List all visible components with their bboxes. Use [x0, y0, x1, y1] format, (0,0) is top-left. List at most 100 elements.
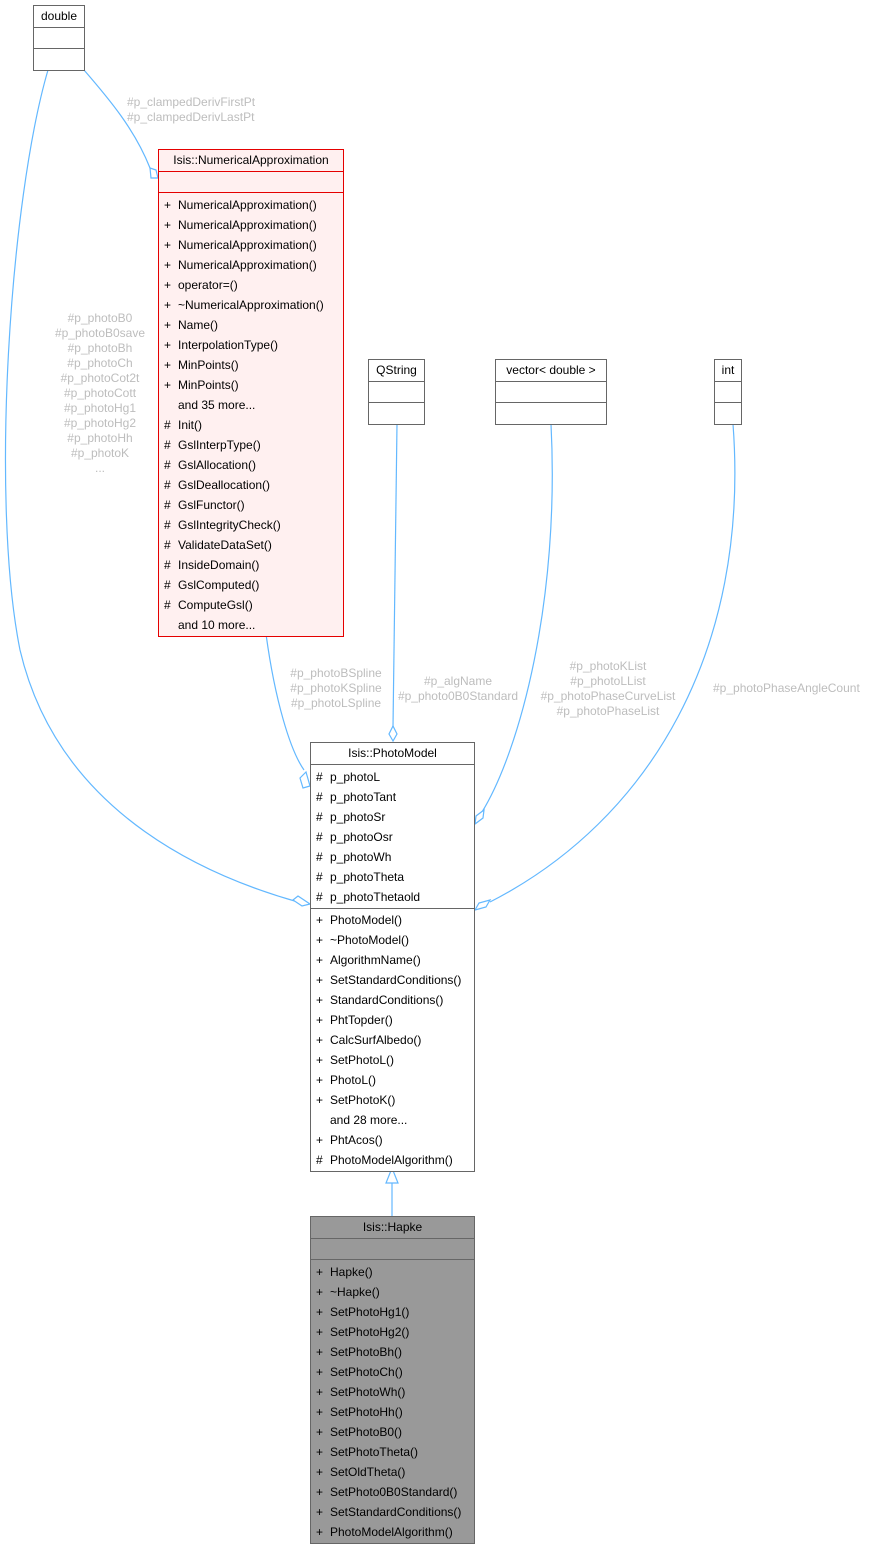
- edge-label-line: #p_photoKList: [569, 659, 647, 673]
- class-vector-double[interactable]: vector< double >: [495, 359, 607, 425]
- method-row: # GslFunctor(): [159, 495, 343, 515]
- visibility-public: +: [316, 953, 324, 967]
- more-methods: and 28 more...: [311, 1110, 474, 1130]
- method-name: NumericalApproximation(): [178, 218, 317, 232]
- method-row: + PhotoL(): [311, 1070, 474, 1090]
- method-row: + MinPoints(): [159, 355, 343, 375]
- edge-label-line: #p_photoCot2t: [60, 371, 140, 385]
- visibility-protected: #: [316, 870, 323, 884]
- method-row: + SetStandardConditions(): [311, 1502, 474, 1522]
- edge-label-line: #p_photoPhaseList: [556, 704, 660, 718]
- method-row: # GslIntegrityCheck(): [159, 515, 343, 535]
- visibility-public: +: [316, 1093, 324, 1107]
- visibility-public: +: [316, 1425, 324, 1439]
- attribute-row: # p_photoThetaold: [311, 887, 474, 907]
- class-hapke[interactable]: Isis::Hapke + Hapke() + ~Hapke() + SetPhoto…: [310, 1216, 475, 1544]
- method-name: PhtTopder(): [330, 1013, 393, 1027]
- visibility-protected: #: [164, 458, 171, 472]
- method-row: + Hapke(): [311, 1262, 474, 1282]
- method-name: operator=(): [178, 278, 238, 292]
- visibility-public: +: [316, 1133, 324, 1147]
- methods-section: [34, 49, 84, 69]
- method-name: SetPhotoB0(): [330, 1425, 403, 1439]
- class-photomodel[interactable]: Isis::PhotoModel # p_photoL # p_photoTant …: [310, 742, 475, 1172]
- method-row: + operator=(): [159, 275, 343, 295]
- class-title: Isis::PhotoModel: [311, 743, 474, 765]
- method-name: SetStandardConditions(): [330, 1505, 462, 1519]
- method-name: PhotoModel(): [330, 913, 403, 927]
- attributes-section: [159, 172, 343, 193]
- method-row: + NumericalApproximation(): [159, 195, 343, 215]
- visibility-public: +: [316, 1525, 324, 1539]
- visibility-protected: #: [164, 438, 171, 452]
- method-row: # GslComputed(): [159, 575, 343, 595]
- method-name: ComputeGsl(): [178, 598, 253, 612]
- method-row: + SetPhotoHg1(): [311, 1302, 474, 1322]
- method-name: GslInterpType(): [178, 438, 261, 452]
- method-row: # GslInterpType(): [159, 435, 343, 455]
- method-row: + SetPhotoK(): [311, 1090, 474, 1110]
- more-label: and 28 more...: [330, 1113, 408, 1127]
- methods-section: [715, 403, 741, 423]
- visibility-protected: #: [164, 558, 171, 572]
- visibility-public: +: [164, 218, 172, 232]
- method-name: NumericalApproximation(): [178, 198, 317, 212]
- method-row: # Init(): [159, 415, 343, 435]
- method-name: Hapke(): [330, 1265, 373, 1279]
- method-name: GslIntegrityCheck(): [178, 518, 281, 532]
- method-row: + SetPhoto0B0Standard(): [311, 1482, 474, 1502]
- visibility-protected: #: [164, 598, 171, 612]
- visibility-protected: #: [316, 890, 323, 904]
- method-name: GslAllocation(): [178, 458, 257, 472]
- method-row: + CalcSurfAlbedo(): [311, 1030, 474, 1050]
- method-row: # InsideDomain(): [159, 555, 343, 575]
- visibility-public: +: [316, 913, 324, 927]
- method-name: SetPhotoCh(): [330, 1365, 403, 1379]
- edge-label-line: #p_photoBh: [67, 341, 133, 355]
- edge-label-line: #p_photoPhaseAngleCount: [713, 681, 860, 695]
- visibility-public: +: [164, 338, 172, 352]
- visibility-public: +: [164, 238, 172, 252]
- method-row: + NumericalApproximation(): [159, 235, 343, 255]
- edge-label-line: #p_photoHh: [67, 431, 133, 445]
- aggregation-diamond-icon: [473, 899, 492, 911]
- more-methods: and 35 more...: [159, 395, 343, 415]
- method-name: GslDeallocation(): [178, 478, 271, 492]
- method-name: SetStandardConditions(): [330, 973, 462, 987]
- attribute-name: p_photoSr: [330, 810, 386, 824]
- method-name: SetPhotoK(): [330, 1093, 396, 1107]
- edge-label-double-numerical: #p_clampedDerivFirstPt #p_clampedDerivLa…: [127, 95, 255, 125]
- method-row: + AlgorithmName(): [311, 950, 474, 970]
- visibility-public: +: [316, 1345, 324, 1359]
- visibility-public: +: [316, 1405, 324, 1419]
- aggregation-diamond-icon: [299, 770, 311, 789]
- attribute-name: p_photoWh: [330, 850, 392, 864]
- class-qstring[interactable]: QString: [368, 359, 425, 425]
- class-int[interactable]: int: [714, 359, 742, 425]
- visibility-public: +: [316, 1365, 324, 1379]
- edge-label-line: #p_clampedDerivFirstPt: [127, 95, 256, 109]
- attribute-name: p_photoOsr: [330, 830, 393, 844]
- visibility-protected: #: [316, 810, 323, 824]
- visibility-protected: #: [316, 850, 323, 864]
- method-row: # ValidateDataSet(): [159, 535, 343, 555]
- edge-label-line: #p_algName: [423, 674, 493, 688]
- visibility-protected: #: [316, 790, 323, 804]
- class-title: QString: [369, 360, 424, 382]
- visibility-protected: #: [316, 830, 323, 844]
- method-row: + SetPhotoHg2(): [311, 1322, 474, 1342]
- more-methods: and 10 more...: [159, 615, 343, 635]
- attributes-section: [715, 382, 741, 403]
- class-numerical-approximation[interactable]: Isis::NumericalApproximation + NumericalA…: [158, 149, 344, 637]
- edge-label-line: #p_photoKSpline: [290, 681, 382, 695]
- method-row: + SetPhotoCh(): [311, 1362, 474, 1382]
- class-double[interactable]: double: [33, 5, 85, 71]
- visibility-public: +: [316, 1053, 324, 1067]
- method-name: SetPhotoHg2(): [330, 1325, 410, 1339]
- method-name: GslComputed(): [178, 578, 260, 592]
- methods-section: [496, 403, 606, 423]
- attributes-section: # p_photoL # p_photoTant # p_photoSr # p_pho…: [311, 765, 474, 909]
- visibility-public: +: [164, 198, 172, 212]
- methods-section: [369, 403, 424, 423]
- method-row: + MinPoints(): [159, 375, 343, 395]
